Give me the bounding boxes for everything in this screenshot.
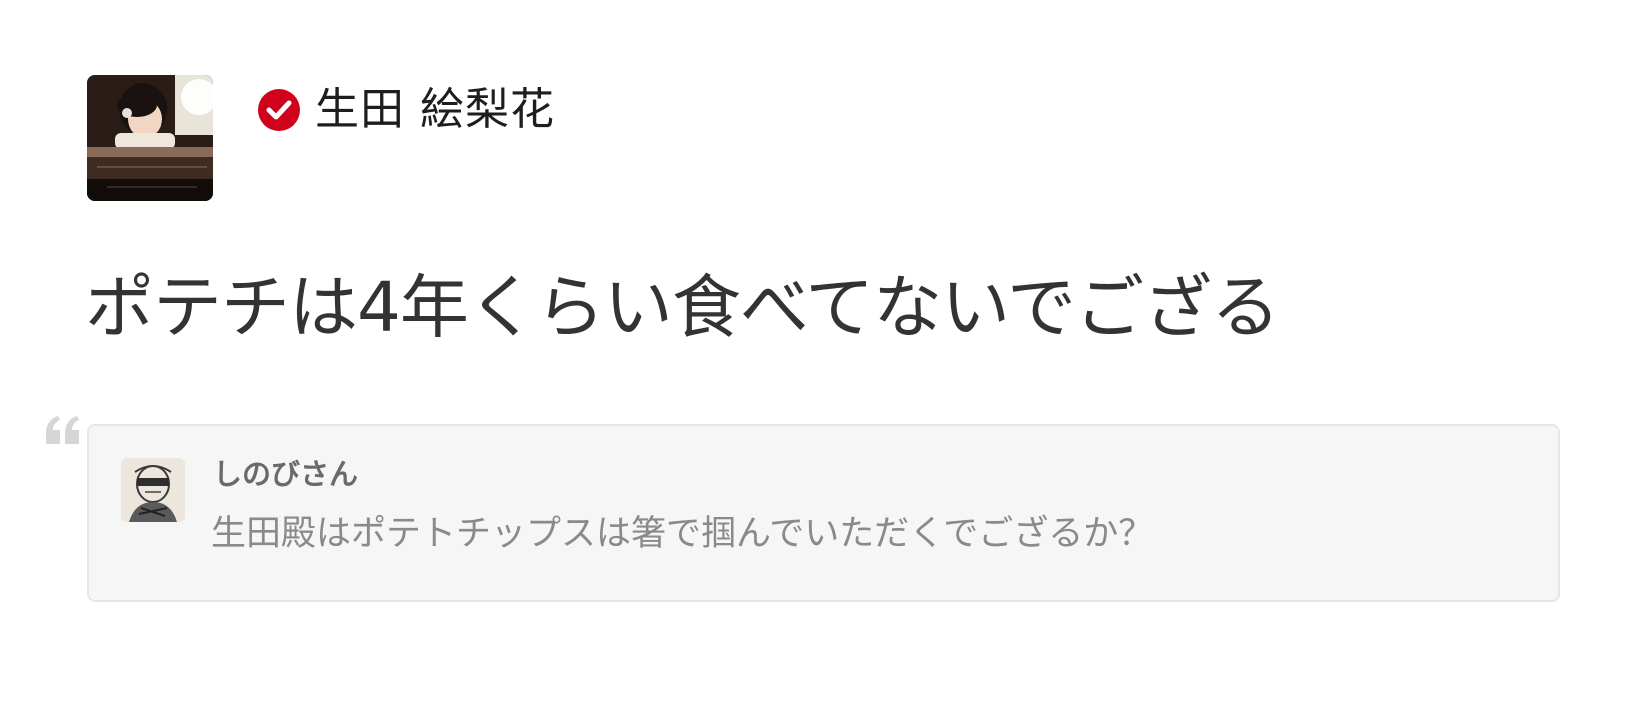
answer-text: ポテチは4年くらい食べてないでござる xyxy=(85,268,1280,348)
author-name[interactable]: 生田 絵梨花 xyxy=(315,85,555,135)
question-text: 生田殿はポテトチップスは箸で掴んでいただくでござるか？ xyxy=(211,514,1154,554)
author-name-wrap: 生田 絵梨花 xyxy=(257,85,555,135)
asker-avatar[interactable] xyxy=(121,458,185,522)
verified-check-icon xyxy=(257,88,301,132)
asker-name[interactable]: しのびさん xyxy=(213,456,358,492)
quote-mark-icon xyxy=(44,414,82,448)
author-header: 生田 絵梨花 xyxy=(87,75,555,201)
author-avatar[interactable] xyxy=(87,75,213,201)
page: 生田 絵梨花 ポテチは4年くらい食べてないでござる しのびさん 生田殿はポテトチ… xyxy=(0,0,1644,716)
question-card: しのびさん 生田殿はポテトチップスは箸で掴んでいただくでござるか？ xyxy=(87,424,1560,602)
